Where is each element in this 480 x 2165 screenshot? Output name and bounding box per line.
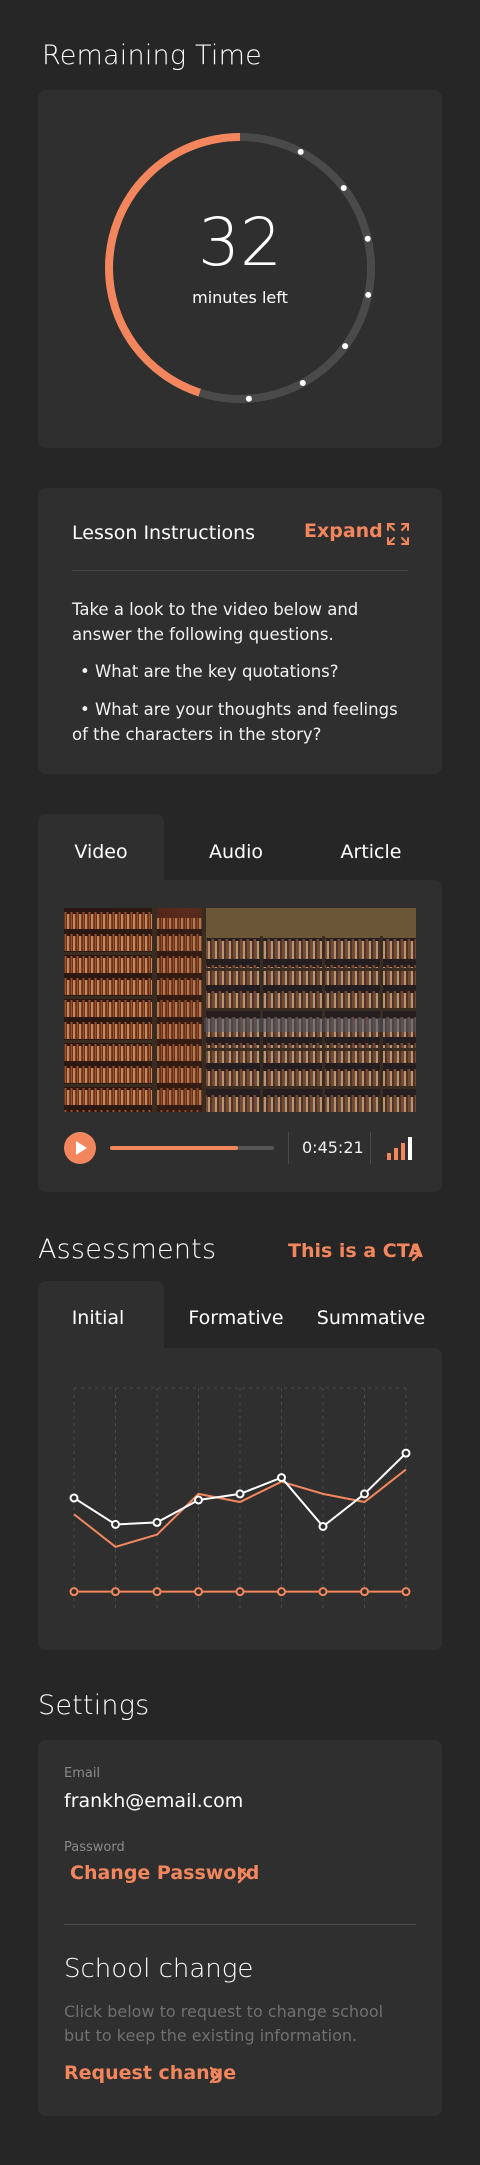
tab-article[interactable]: Article <box>305 841 437 863</box>
change-password-link[interactable]: Change Password <box>68 1860 268 1890</box>
chart-point <box>235 1587 245 1597</box>
progress-fill <box>110 1146 238 1150</box>
school-change-description: Click below to request to change school … <box>64 2002 384 2045</box>
chevron-right-icon <box>209 2066 220 2084</box>
expand-icon <box>387 523 409 545</box>
assessments-title: Assessments <box>38 1234 217 1265</box>
player-divider-2 <box>370 1132 371 1164</box>
chart-point <box>401 1587 411 1597</box>
expand-label: Expand <box>304 520 383 542</box>
cta-label: This is a CTA <box>288 1240 423 1262</box>
signal-quality-icon[interactable] <box>386 1136 416 1160</box>
chart-point <box>401 1448 411 1458</box>
minutes-remaining: 32 <box>198 204 282 281</box>
player-divider-1 <box>288 1132 289 1164</box>
minutes-left-label: minutes left <box>192 288 288 307</box>
chart-point <box>360 1587 369 1597</box>
instructions-title: Lesson Instructions <box>72 522 256 544</box>
instructions-intro: Take a look to the video below and answe… <box>72 600 359 644</box>
video-thumbnail[interactable] <box>64 908 416 1112</box>
chart-point <box>318 1587 328 1597</box>
settings-divider <box>64 1924 416 1925</box>
chevron-right-icon <box>411 1244 422 1262</box>
cta-link[interactable]: This is a CTA <box>286 1238 446 1268</box>
chart-point <box>194 1495 203 1505</box>
tab-formative[interactable]: Formative <box>175 1307 297 1329</box>
progress-track[interactable] <box>110 1146 274 1150</box>
request-change-link[interactable]: Request change <box>62 2060 242 2090</box>
instructions-bullet-1: • What are the key quotations? <box>80 662 339 681</box>
chart-point <box>69 1587 79 1597</box>
tab-initial[interactable]: Initial <box>38 1307 158 1329</box>
timer-tick <box>342 343 349 350</box>
chevron-right-icon <box>237 1866 248 1884</box>
password-label: Password <box>64 1840 125 1855</box>
play-button[interactable] <box>64 1132 96 1164</box>
tab-summative[interactable]: Summative <box>305 1307 437 1329</box>
assessment-chart <box>69 1387 411 1612</box>
timer-tick <box>245 395 252 402</box>
chart-point <box>111 1587 120 1597</box>
email-label: Email <box>64 1766 101 1781</box>
bullet-dot: • <box>80 662 95 681</box>
bullet-dot: • <box>80 700 95 719</box>
settings-title: Settings <box>38 1690 150 1721</box>
email-value: frankh@email.com <box>64 1790 244 1812</box>
timer-tick <box>340 185 347 192</box>
timer-tick <box>299 379 306 386</box>
chart-point <box>235 1489 245 1499</box>
chart-point <box>277 1473 286 1483</box>
chart-point <box>152 1517 162 1527</box>
chart-point <box>360 1489 369 1499</box>
chart-point <box>111 1519 120 1529</box>
chart-point <box>152 1587 162 1597</box>
chart-point <box>69 1493 79 1503</box>
timer-tick <box>297 148 304 155</box>
school-change-title: School change <box>64 1954 254 1984</box>
chart-point <box>277 1587 286 1597</box>
expand-button[interactable]: Expand <box>302 516 414 550</box>
tab-video[interactable]: Video <box>38 841 164 863</box>
instructions-divider <box>72 570 408 571</box>
chart-point <box>194 1587 203 1597</box>
play-icon <box>76 1141 87 1155</box>
player-time: 0:45:21 <box>302 1138 364 1157</box>
tab-audio[interactable]: Audio <box>175 841 297 863</box>
change-password-label: Change Password <box>70 1862 260 1884</box>
instructions-bullet-2: • What are your thoughts and feelings of… <box>72 700 398 744</box>
chart-point <box>318 1521 328 1531</box>
remaining-time-title: Remaining Time <box>42 40 262 71</box>
